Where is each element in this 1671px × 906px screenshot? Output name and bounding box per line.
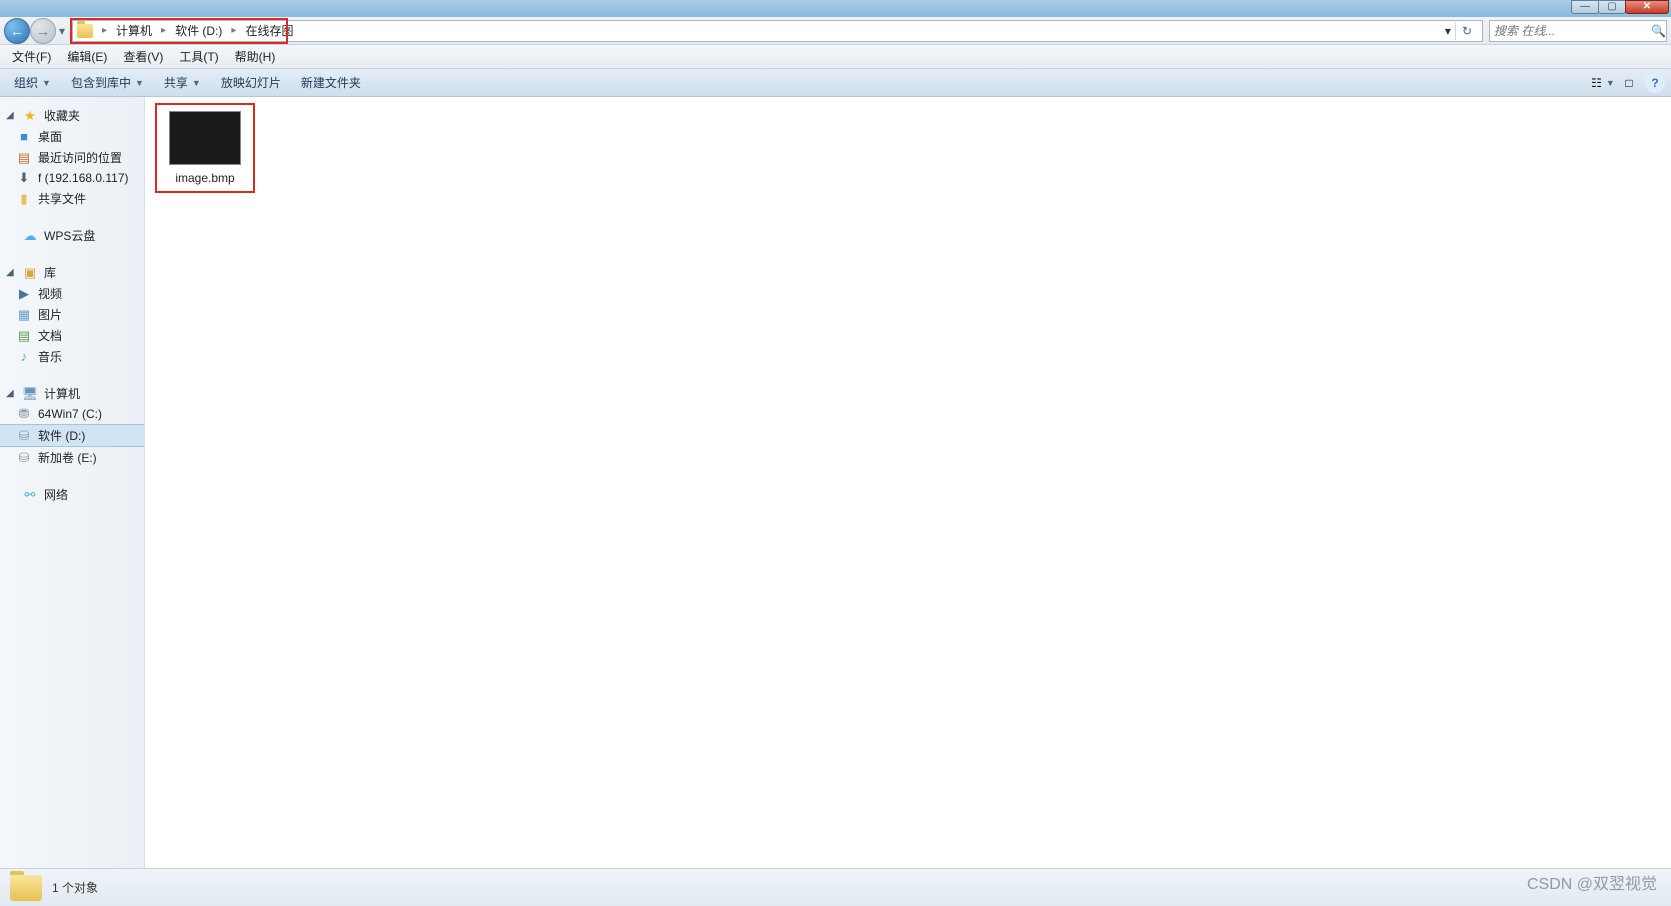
sidebar-item-music[interactable]: ♪音乐 [0,346,144,367]
breadcrumb-computer[interactable]: 计算机 [112,20,156,41]
drive-icon: ⛁ [16,450,32,466]
view-mode-button[interactable]: ☷▼ [1593,73,1613,93]
forward-button[interactable]: → [30,18,56,44]
search-box[interactable]: 🔍 [1489,20,1667,42]
star-icon: ★ [22,108,38,124]
sidebar-item-documents[interactable]: ▤文档 [0,325,144,346]
menu-file[interactable]: 文件(F) [4,45,59,68]
library-icon: ▣ [22,265,38,281]
search-input[interactable] [1494,24,1651,38]
address-dropdown[interactable]: ▾ [1443,22,1453,40]
chevron-down-icon: ▼ [42,78,51,88]
share-button[interactable]: 共享▼ [156,71,209,94]
folder-icon [10,875,42,901]
preview-pane-icon: □ [1625,76,1632,90]
close-icon: ✕ [1643,2,1651,12]
maximize-button[interactable]: ▢ [1598,0,1626,14]
sidebar-item-drive-c[interactable]: ⛃64Win7 (C:) [0,404,144,424]
file-item-image[interactable]: image.bmp [159,107,251,189]
nav-history-dropdown[interactable]: ▾ [56,24,68,38]
collapse-icon: ◢ [6,267,16,278]
sidebar-item-desktop[interactable]: ■桌面 [0,126,144,147]
maximize-icon: ▢ [1607,2,1616,12]
sidebar-computer-header[interactable]: ◢🖥计算机 [0,383,144,404]
documents-icon: ▤ [16,328,32,344]
sidebar-item-recent[interactable]: ▤最近访问的位置 [0,147,144,168]
collapse-icon: ◢ [6,110,16,121]
music-icon: ♪ [16,349,32,365]
sidebar-network-header[interactable]: ⚯网络 [0,484,144,505]
sidebar-cloud-header[interactable]: ☁WPS云盘 [0,225,144,246]
navigation-row: ← → ▾ ▸ 计算机 ▸ 软件 (D:) ▸ 在线存图 ▾ ↻ 🔍 [0,17,1671,45]
refresh-button[interactable]: ↻ [1455,22,1478,40]
menu-bar: 文件(F) 编辑(E) 查看(V) 工具(T) 帮助(H) [0,45,1671,69]
sidebar-favorites-header[interactable]: ◢★收藏夹 [0,105,144,126]
address-bar[interactable]: ▸ 计算机 ▸ 软件 (D:) ▸ 在线存图 ▾ ↻ [72,20,1483,42]
back-button[interactable]: ← [4,18,30,44]
sidebar-item-pictures[interactable]: ▦图片 [0,304,144,325]
menu-view[interactable]: 查看(V) [115,45,171,68]
sidebar-item-drive-e[interactable]: ⛁新加卷 (E:) [0,447,144,468]
slideshow-button[interactable]: 放映幻灯片 [213,71,289,94]
breadcrumb-folder[interactable]: 在线存图 [241,20,297,41]
chevron-down-icon: ▼ [192,78,201,88]
pictures-icon: ▦ [16,307,32,323]
close-button[interactable]: ✕ [1625,0,1669,14]
annotation-highlight-file [155,103,255,193]
drive-icon: ⛁ [16,428,32,444]
nav-buttons: ← → ▾ [4,18,68,44]
search-icon[interactable]: 🔍 [1651,24,1666,38]
content-pane[interactable]: image.bmp [145,97,1671,868]
breadcrumb-separator: ▸ [97,25,112,36]
sidebar-libraries-header[interactable]: ◢▣库 [0,262,144,283]
preview-pane-button[interactable]: □ [1619,73,1639,93]
chevron-down-icon: ▾ [59,24,65,38]
sidebar-item-videos[interactable]: ▶视频 [0,283,144,304]
folder-icon [77,24,93,38]
details-text: 1 个对象 [52,879,98,896]
recent-places-icon: ▤ [16,150,32,166]
sidebar-item-shared[interactable]: ▮共享文件 [0,188,144,209]
main-body: ◢★收藏夹 ■桌面 ▤最近访问的位置 ⬇f (192.168.0.117) ▮共… [0,97,1671,868]
desktop-icon: ■ [16,129,32,145]
navigation-pane[interactable]: ◢★收藏夹 ■桌面 ▤最近访问的位置 ⬇f (192.168.0.117) ▮共… [0,97,145,868]
include-in-library-button[interactable]: 包含到库中▼ [63,71,152,94]
sidebar-item-network-share[interactable]: ⬇f (192.168.0.117) [0,168,144,188]
forward-arrow-icon: → [36,23,50,39]
breadcrumb-separator: ▸ [156,25,171,36]
help-icon: ? [1651,76,1658,90]
videos-icon: ▶ [16,286,32,302]
chevron-down-icon: ▼ [135,78,144,88]
help-button[interactable]: ? [1645,73,1665,93]
menu-edit[interactable]: 编辑(E) [59,45,115,68]
chevron-down-icon: ▼ [1606,78,1615,88]
view-mode-icon: ☷ [1591,76,1602,90]
breadcrumb-drive[interactable]: 软件 (D:) [171,20,226,41]
watermark: CSDN @双翌视觉 [1527,870,1657,894]
collapse-icon: ◢ [6,388,16,399]
drive-icon: ⛃ [16,406,32,422]
details-pane: 1 个对象 [0,868,1671,906]
breadcrumb-separator: ▸ [226,25,241,36]
download-icon: ⬇ [16,170,32,186]
network-icon: ⚯ [22,487,38,503]
window-controls: — ▢ ✕ [1572,0,1669,14]
organize-button[interactable]: 组织▼ [6,71,59,94]
folder-icon: ▮ [16,191,32,207]
cloud-icon: ☁ [22,228,38,244]
menu-help[interactable]: 帮助(H) [227,45,284,68]
back-arrow-icon: ← [10,23,24,39]
title-bar: — ▢ ✕ [0,0,1671,17]
computer-icon: 🖥 [22,386,38,402]
minimize-button[interactable]: — [1571,0,1599,14]
minimize-icon: — [1580,2,1590,12]
sidebar-item-drive-d[interactable]: ⛁软件 (D:) [0,424,144,447]
command-bar: 组织▼ 包含到库中▼ 共享▼ 放映幻灯片 新建文件夹 ☷▼ □ ? [0,69,1671,97]
menu-tools[interactable]: 工具(T) [171,45,226,68]
new-folder-button[interactable]: 新建文件夹 [293,71,369,94]
